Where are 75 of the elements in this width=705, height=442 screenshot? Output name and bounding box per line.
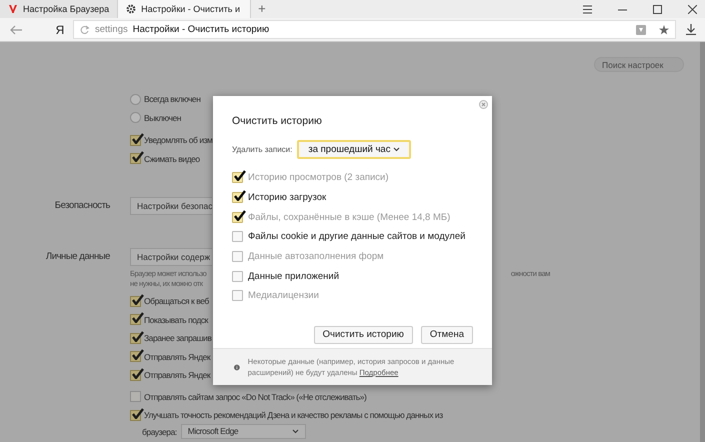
close-icon[interactable]: [688, 4, 697, 14]
checkbox[interactable]: [130, 332, 141, 344]
check-icon: [131, 151, 144, 162]
tab-title: Настройка Браузера: [23, 4, 110, 14]
check-icon: [131, 312, 144, 324]
info-icon: [234, 362, 240, 372]
back-icon[interactable]: [10, 24, 23, 34]
check-icon: [131, 132, 144, 144]
section-label: Безопасность: [54, 200, 111, 211]
dialog-button[interactable]: Очистить историю: [314, 326, 413, 344]
option-label: Обращаться к веб: [144, 296, 209, 306]
settings-button[interactable]: Настройки содерж: [130, 248, 212, 266]
field-label: браузера:: [142, 426, 177, 436]
check-icon: [233, 190, 246, 202]
checkbox[interactable]: [130, 370, 141, 381]
option-label: Заранее запрашив: [144, 333, 212, 344]
section-label: Личные данные: [44, 251, 111, 262]
period-dropdown[interactable]: за прошедший час: [297, 140, 412, 159]
chevron-icon: [292, 428, 299, 434]
check-icon: [131, 349, 144, 360]
search-field[interactable]: Поиск настроек: [594, 57, 684, 72]
check-icon: [131, 368, 144, 379]
url-scheme: settings: [95, 24, 128, 35]
check-icon: [233, 170, 246, 182]
option-label: Отправлять сайтам запрос «Do Not Track» («Не отслеживать»): [144, 392, 366, 402]
check-icon: [233, 210, 246, 221]
option-label: Уведомлять об изм: [144, 135, 212, 146]
browser-tab[interactable]: Настройка Браузера: [0, 0, 118, 18]
option-label: Улучшать точность рекомендаций Дзена и качество рекламы с помощью данных из: [144, 410, 443, 420]
option-label: Файлы cookie и другие данные сайтов и модулей: [248, 231, 466, 242]
browser-dropdown[interactable]: Microsoft Edge: [180, 424, 306, 438]
option-label: Историю просмотров (2 записи): [248, 172, 389, 184]
checkbox[interactable]: [130, 314, 141, 326]
option-label: Историю загрузок: [248, 192, 326, 204]
option-label: Отправлять Яндек: [144, 370, 210, 380]
dialog-title: Очистить историю: [232, 115, 323, 127]
yandex-logo[interactable]: Я: [51, 22, 69, 36]
maximize-icon[interactable]: [653, 4, 662, 14]
field-label: Удалить записи:: [232, 145, 292, 154]
checkbox[interactable]: [232, 192, 243, 204]
gear-icon: [126, 4, 136, 14]
check-icon: [131, 408, 144, 419]
menu-icon[interactable]: [583, 4, 592, 14]
y-logo-icon: [8, 4, 18, 14]
option-label: Медиалицензии: [248, 290, 319, 302]
tab-title: Настройки - Очистить и: [141, 4, 240, 14]
checkbox[interactable]: [232, 270, 243, 282]
radio-button[interactable]: [130, 112, 141, 124]
dialog-button[interactable]: Отмена: [420, 326, 473, 344]
check-icon: [131, 294, 144, 305]
checkbox[interactable]: [130, 391, 141, 402]
checkbox[interactable]: [130, 153, 141, 164]
download-icon[interactable]: [686, 24, 696, 35]
chevron-icon: [393, 147, 400, 152]
option-label: Отправлять Яндек: [144, 352, 210, 362]
checkbox[interactable]: [130, 134, 141, 146]
browser-tab[interactable]: Настройки - Очистить и: [118, 0, 252, 18]
star-icon[interactable]: [659, 24, 669, 34]
option-label: Всегда включен: [144, 94, 200, 104]
radio-button[interactable]: [130, 94, 141, 105]
option-label: Выключен: [144, 112, 181, 123]
option-label: Показывать подск: [144, 314, 208, 325]
checkbox[interactable]: [130, 410, 141, 421]
option-label: Файлы, сохранённые в кэше (Менее 14,8 МБ): [248, 212, 450, 223]
settings-button[interactable]: Настройки безопас: [130, 196, 212, 214]
address-field[interactable]: settings Настройки - Очистить историю: [73, 20, 676, 39]
checkbox[interactable]: [130, 351, 141, 362]
check-icon: [131, 330, 144, 342]
new-tab-button[interactable]: +: [251, 0, 273, 18]
option-label: Сжимать видео: [144, 154, 200, 164]
checkbox[interactable]: [130, 296, 141, 307]
page-title: Настройки - Очистить историю: [132, 24, 270, 35]
option-label: Данные автозаполнения форм: [248, 251, 384, 262]
option-label: Данные приложений: [248, 270, 340, 282]
checkbox[interactable]: [232, 231, 243, 242]
